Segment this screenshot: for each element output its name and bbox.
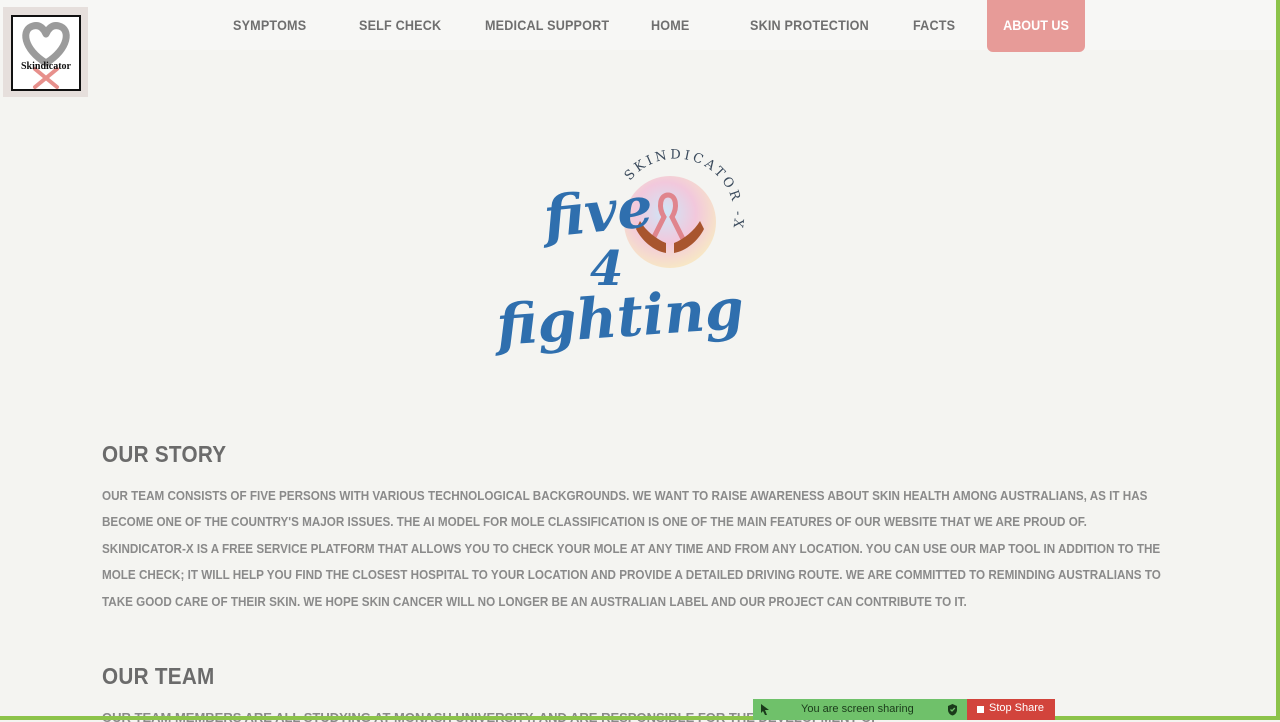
our-team-heading: OUR TEAM <box>102 663 215 689</box>
nav-medical-support[interactable]: MEDICAL SUPPORT <box>485 0 609 50</box>
drag-handle-icon[interactable] <box>759 703 771 716</box>
main-nav: SYMPTOMS SELF CHECK MEDICAL SUPPORT HOME… <box>0 0 1276 52</box>
nav-self-check[interactable]: SELF CHECK <box>359 0 441 50</box>
window-border-right <box>1276 0 1280 720</box>
our-story-heading: OUR STORY <box>102 441 227 467</box>
our-story-paragraph: OUR TEAM CONSISTS OF FIVE PERSONS WITH V… <box>102 488 1161 609</box>
shield-icon <box>948 704 957 716</box>
stop-share-button[interactable]: Stop Share <box>967 699 1055 720</box>
logo-text: Skindicator <box>20 61 71 72</box>
nav-symptoms[interactable]: SYMPTOMS <box>233 0 306 50</box>
screen-share-bar: You are screen sharing Stop Share <box>753 699 1055 720</box>
site-logo[interactable]: Skindicator <box>3 7 88 97</box>
stop-share-label: Stop Share <box>989 702 1045 714</box>
nav-skin-protection[interactable]: SKIN PROTECTION <box>750 0 869 50</box>
heart-ribbon-logo-icon <box>22 22 70 89</box>
nav-facts[interactable]: FACTS <box>913 0 955 50</box>
five-4-fighting-logo: SKINDICATOR -X five 4 fighting <box>490 145 750 385</box>
nav-about-us[interactable]: ABOUT US <box>987 0 1085 52</box>
hero-text-five: five <box>537 174 656 251</box>
screen-share-message: You are screen sharing <box>801 703 914 715</box>
nav-about-us-label: ABOUT US <box>1003 17 1069 33</box>
window-border-bottom <box>0 716 1280 720</box>
hero-text-fighting: fighting <box>490 276 746 359</box>
logo-frame: Skindicator <box>11 15 81 91</box>
stop-icon <box>977 706 984 713</box>
screen-share-status: You are screen sharing <box>753 699 967 720</box>
nav-home[interactable]: HOME <box>651 0 690 50</box>
